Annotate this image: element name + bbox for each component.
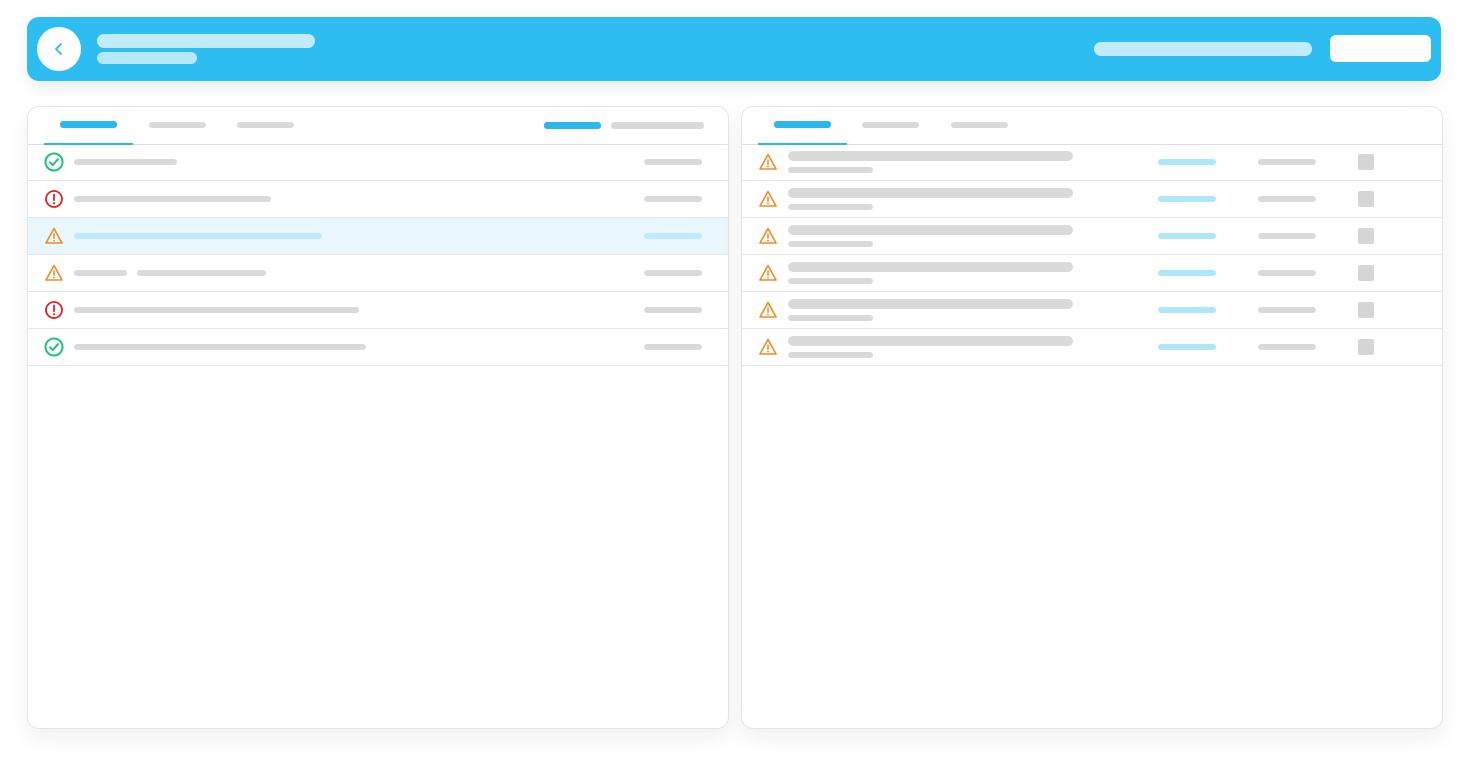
warning-triangle-icon — [45, 227, 63, 244]
left-tab-1[interactable] — [44, 107, 133, 145]
row-tag — [1158, 270, 1216, 276]
list-item-value — [644, 344, 702, 350]
header-action-button[interactable] — [1330, 35, 1431, 62]
left-tab-2-label — [149, 122, 206, 128]
warning-triangle-icon — [45, 264, 63, 281]
left-tab-2[interactable] — [133, 107, 222, 144]
row-tag — [1158, 159, 1216, 165]
row-value — [1258, 196, 1316, 202]
list-item[interactable] — [28, 292, 728, 329]
list-item-text — [74, 270, 127, 276]
row-title — [788, 262, 1073, 272]
left-tab-3[interactable] — [222, 107, 311, 144]
chevron-left-icon — [55, 43, 62, 55]
list-item-text — [74, 307, 359, 313]
header-subtitle — [97, 52, 197, 64]
row-tag — [1158, 344, 1216, 350]
list-item-text — [74, 233, 322, 239]
list-item-text — [74, 196, 271, 202]
left-panel — [27, 106, 729, 729]
row-subtitle — [788, 167, 873, 173]
row-checkbox[interactable] — [1358, 302, 1374, 318]
warning-triangle-icon — [759, 301, 777, 318]
table-row[interactable] — [742, 181, 1442, 218]
left-tab-bar — [28, 107, 728, 145]
header-title — [97, 34, 315, 48]
back-button[interactable] — [37, 27, 81, 71]
left-tab-3-label — [237, 122, 294, 128]
warning-triangle-icon — [759, 153, 777, 170]
row-tag — [1158, 307, 1216, 313]
row-subtitle — [788, 241, 873, 247]
list-item[interactable] — [28, 181, 728, 218]
table-row[interactable] — [742, 329, 1442, 366]
right-tab-2[interactable] — [847, 107, 936, 144]
table-row[interactable] — [742, 144, 1442, 181]
row-title — [788, 225, 1073, 235]
check-circle-icon — [44, 337, 64, 357]
row-title — [788, 188, 1073, 198]
list-item-value — [644, 196, 702, 202]
list-item-value — [644, 233, 702, 239]
warning-triangle-icon — [759, 264, 777, 281]
right-tab-1-label — [774, 121, 831, 128]
list-item-text — [74, 159, 177, 165]
row-value — [1258, 307, 1316, 313]
row-subtitle — [788, 278, 873, 284]
list-item-selected[interactable] — [28, 218, 728, 255]
list-item[interactable] — [28, 329, 728, 366]
row-value — [1258, 233, 1316, 239]
header-bar — [27, 17, 1441, 81]
row-title — [788, 299, 1073, 309]
right-tab-bar — [742, 107, 1442, 145]
row-title — [788, 336, 1073, 346]
left-toolbar-link-primary[interactable] — [544, 122, 601, 129]
right-tab-3-label — [951, 122, 1008, 128]
list-item[interactable] — [28, 255, 728, 292]
alert-circle-icon — [45, 190, 63, 208]
row-checkbox[interactable] — [1358, 154, 1374, 170]
check-circle-icon — [44, 152, 64, 172]
row-subtitle — [788, 315, 873, 321]
row-subtitle — [788, 204, 873, 210]
row-value — [1258, 344, 1316, 350]
row-tag — [1158, 196, 1216, 202]
table-row[interactable] — [742, 255, 1442, 292]
row-checkbox[interactable] — [1358, 339, 1374, 355]
list-item-text-secondary — [137, 270, 266, 276]
list-item-text — [74, 344, 366, 350]
table-row[interactable] — [742, 218, 1442, 255]
right-tab-1[interactable] — [758, 107, 847, 145]
row-checkbox[interactable] — [1358, 265, 1374, 281]
list-item[interactable] — [28, 144, 728, 181]
alert-circle-icon — [45, 301, 63, 319]
right-tab-2-label — [862, 122, 919, 128]
left-tab-1-label — [60, 121, 117, 128]
warning-triangle-icon — [759, 227, 777, 244]
row-checkbox[interactable] — [1358, 191, 1374, 207]
row-title — [788, 151, 1073, 161]
row-checkbox[interactable] — [1358, 228, 1374, 244]
warning-triangle-icon — [759, 190, 777, 207]
row-tag — [1158, 233, 1216, 239]
list-item-value — [644, 270, 702, 276]
list-item-value — [644, 159, 702, 165]
left-toolbar-link-secondary[interactable] — [611, 122, 704, 129]
row-subtitle — [788, 352, 873, 358]
row-value — [1258, 159, 1316, 165]
warning-triangle-icon — [759, 338, 777, 355]
right-tab-3[interactable] — [936, 107, 1025, 144]
list-item-value — [644, 307, 702, 313]
right-panel — [741, 106, 1443, 729]
header-meta — [1094, 42, 1312, 56]
table-row[interactable] — [742, 292, 1442, 329]
row-value — [1258, 270, 1316, 276]
